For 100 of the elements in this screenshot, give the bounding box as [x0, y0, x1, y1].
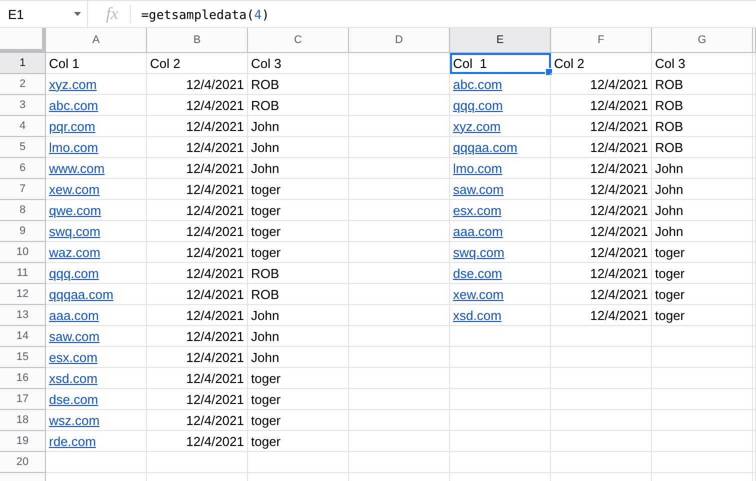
link-cell[interactable]: qqq.com	[46, 263, 147, 284]
table-cell: 12/4/2021	[551, 179, 652, 200]
column-header[interactable]: E	[450, 28, 551, 53]
row-header[interactable]: 5	[0, 137, 46, 158]
table-cell: 12/4/2021	[551, 95, 652, 116]
link-cell[interactable]: saw.com	[450, 179, 551, 200]
row-header[interactable]: 18	[0, 410, 46, 431]
link-cell[interactable]: www.com	[46, 158, 147, 179]
table-cell: John	[248, 326, 349, 347]
table-cell: Col 2	[551, 53, 652, 74]
row-header[interactable]: 7	[0, 179, 46, 200]
table-cell: Col 2	[147, 53, 248, 74]
table-cell: 12/4/2021	[551, 284, 652, 305]
link-cell[interactable]: xew.com	[46, 179, 147, 200]
link-cell[interactable]: pqr.com	[46, 116, 147, 137]
table-cell: toger	[652, 305, 753, 326]
link-cell[interactable]: saw.com	[46, 326, 147, 347]
row-header[interactable]: 15	[0, 347, 46, 368]
link-cell[interactable]: abc.com	[450, 74, 551, 95]
table-cell: 12/4/2021	[551, 74, 652, 95]
row-header[interactable]: 1	[0, 53, 46, 74]
table-cell: 12/4/2021	[147, 200, 248, 221]
link-cell[interactable]: qqq.com	[450, 95, 551, 116]
link-cell[interactable]: dse.com	[450, 263, 551, 284]
column-header[interactable]: C	[248, 28, 349, 53]
formula-field[interactable]: =getsampledata(4)	[141, 6, 270, 22]
link-cell[interactable]: wsz.com	[46, 410, 147, 431]
link-cell[interactable]: qqqaa.com	[46, 284, 147, 305]
table-cell: 12/4/2021	[147, 389, 248, 410]
row-header[interactable]: 16	[0, 368, 46, 389]
link-cell[interactable]: waz.com	[46, 242, 147, 263]
link-cell[interactable]: swq.com	[46, 221, 147, 242]
column-header[interactable]	[753, 28, 756, 53]
link-cell[interactable]: qqqaa.com	[450, 137, 551, 158]
table-cell: 12/4/2021	[551, 305, 652, 326]
table-cell: ROB	[652, 116, 753, 137]
row-header[interactable]: 2	[0, 74, 46, 95]
row-header[interactable]: 12	[0, 284, 46, 305]
row-header[interactable]: 6	[0, 158, 46, 179]
column-header[interactable]: G	[652, 28, 753, 53]
table-cell: ROB	[248, 284, 349, 305]
table-cell: 12/4/2021	[147, 221, 248, 242]
table-cell: 12/4/2021	[147, 263, 248, 284]
column-header[interactable]: D	[349, 28, 450, 53]
link-cell[interactable]: esx.com	[46, 347, 147, 368]
table-cell: toger	[248, 179, 349, 200]
column-header[interactable]: B	[147, 28, 248, 53]
link-cell[interactable]: xyz.com	[46, 74, 147, 95]
link-cell[interactable]: aaa.com	[450, 221, 551, 242]
table-cell: toger	[248, 200, 349, 221]
link-cell[interactable]: dse.com	[46, 389, 147, 410]
link-cell[interactable]: rde.com	[46, 431, 147, 452]
fill-handle[interactable]	[545, 68, 553, 76]
table-cell: toger	[248, 410, 349, 431]
row-header[interactable]: 17	[0, 389, 46, 410]
link-cell[interactable]: qwe.com	[46, 200, 147, 221]
column-header[interactable]: F	[551, 28, 652, 53]
table-cell: 12/4/2021	[551, 116, 652, 137]
table-cell: 12/4/2021	[147, 431, 248, 452]
link-cell[interactable]: esx.com	[450, 200, 551, 221]
table-cell: 12/4/2021	[551, 158, 652, 179]
link-cell[interactable]: xsd.com	[46, 368, 147, 389]
link-cell[interactable]: xyz.com	[450, 116, 551, 137]
row-header[interactable]: 20	[0, 452, 46, 473]
name-box[interactable]: E1	[0, 1, 88, 27]
table-cell: 12/4/2021	[147, 116, 248, 137]
row-header[interactable]: 8	[0, 200, 46, 221]
table-cell: toger	[652, 242, 753, 263]
table-cell: 12/4/2021	[147, 179, 248, 200]
table-cell: toger	[248, 368, 349, 389]
row-header[interactable]: 9	[0, 221, 46, 242]
select-all-corner[interactable]	[0, 28, 46, 53]
link-cell[interactable]: aaa.com	[46, 305, 147, 326]
link-cell[interactable]: swq.com	[450, 242, 551, 263]
table-cell: 12/4/2021	[551, 137, 652, 158]
table-cell: Col 1	[450, 53, 551, 74]
row-header[interactable]: 10	[0, 242, 46, 263]
table-cell: 12/4/2021	[551, 200, 652, 221]
table-cell: John	[248, 158, 349, 179]
link-cell[interactable]: xew.com	[450, 284, 551, 305]
table-cell: John	[248, 116, 349, 137]
table-cell: 12/4/2021	[551, 242, 652, 263]
row-header[interactable]: 13	[0, 305, 46, 326]
row-header[interactable]: 14	[0, 326, 46, 347]
column-header[interactable]: A	[46, 28, 147, 53]
table-cell: 12/4/2021	[147, 368, 248, 389]
table-cell: ROB	[652, 137, 753, 158]
link-cell[interactable]: lmo.com	[46, 137, 147, 158]
link-cell[interactable]: lmo.com	[450, 158, 551, 179]
table-cell: Col 3	[248, 53, 349, 74]
table-cell: toger	[652, 263, 753, 284]
table-cell: John	[652, 158, 753, 179]
link-cell[interactable]: xsd.com	[450, 305, 551, 326]
row-header[interactable]: 3	[0, 95, 46, 116]
link-cell[interactable]: abc.com	[46, 95, 147, 116]
row-header[interactable]: 19	[0, 431, 46, 452]
table-cell: John	[248, 137, 349, 158]
row-header[interactable]: 11	[0, 263, 46, 284]
table-cell: ROB	[248, 74, 349, 95]
row-header[interactable]: 4	[0, 116, 46, 137]
